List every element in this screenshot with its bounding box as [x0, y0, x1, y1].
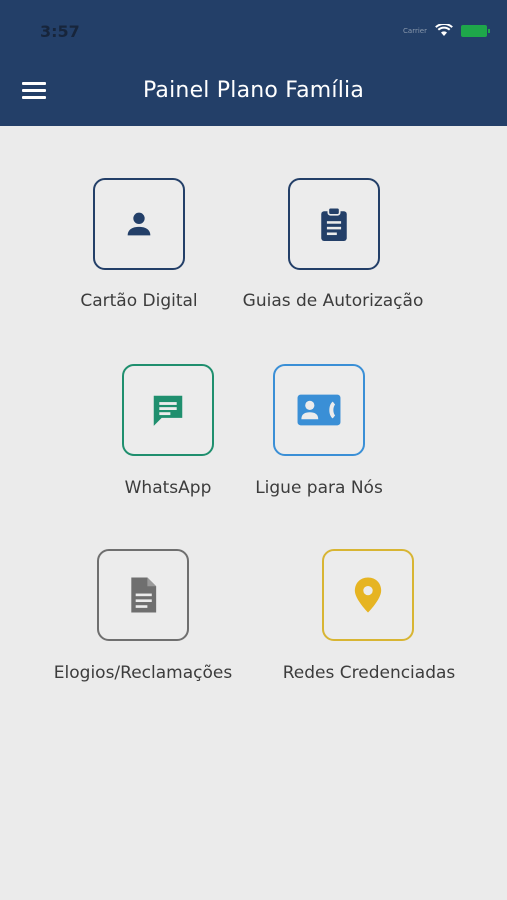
app-header: 3:57 Carrier Painel Plano Família: [0, 0, 507, 126]
guias-autorizacao-button[interactable]: [288, 178, 380, 270]
document-icon: [131, 577, 157, 613]
chat-icon: [153, 395, 183, 426]
whatsapp-label: WhatsApp: [124, 478, 212, 498]
status-time: 3:57: [40, 22, 80, 41]
battery-icon: [461, 24, 490, 37]
elogios-reclamacoes-button[interactable]: [97, 549, 189, 641]
status-icons: Carrier: [403, 24, 490, 37]
redes-credenciadas-label: Redes Credenciadas: [282, 663, 456, 683]
redes-credenciadas-button[interactable]: [322, 549, 414, 641]
elogios-reclamacoes-label: Elogios/Reclamações: [53, 663, 233, 683]
contact-phone-icon: [297, 394, 341, 426]
wifi-icon: [435, 24, 453, 37]
guias-autorizacao-label: Guias de Autorização: [242, 291, 424, 311]
page-title: Painel Plano Família: [142, 78, 365, 103]
clipboard-icon: [321, 206, 347, 241]
carrier-label: Carrier: [403, 26, 427, 35]
cartao-digital-label: Cartão Digital: [80, 291, 198, 311]
whatsapp-button[interactable]: [122, 364, 214, 456]
ligue-para-nos-button[interactable]: [273, 364, 365, 456]
person-icon: [127, 212, 151, 236]
location-pin-icon: [354, 577, 382, 613]
cartao-digital-button[interactable]: [93, 178, 185, 270]
ligue-para-nos-label: Ligue para Nós: [255, 478, 383, 498]
